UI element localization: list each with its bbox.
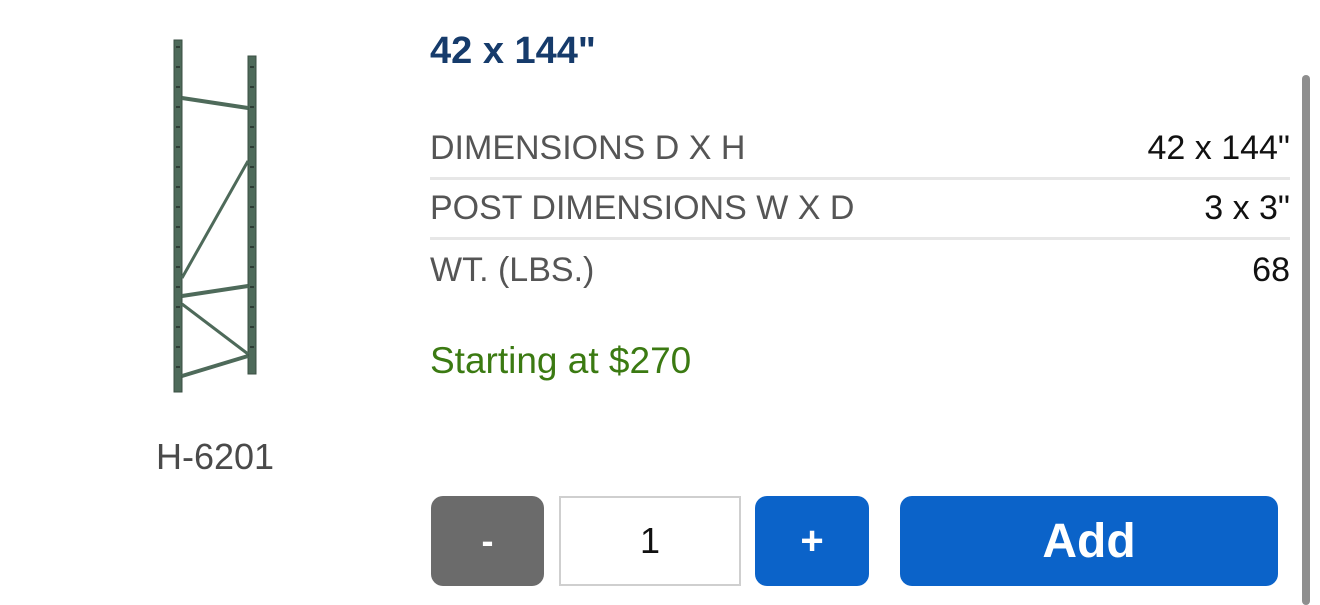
decrease-quantity-button[interactable]: - <box>431 496 544 586</box>
add-to-cart-button[interactable]: Add <box>900 496 1278 586</box>
spec-label: POST DIMENSIONS W X D <box>430 189 855 227</box>
spec-row-post-dimensions: POST DIMENSIONS W X D 3 x 3" <box>430 180 1290 240</box>
quantity-input[interactable] <box>559 496 741 586</box>
product-title: 42 x 144" <box>430 30 596 72</box>
spec-label: WT. (LBS.) <box>430 250 595 289</box>
spec-value: 42 x 144" <box>1147 129 1290 167</box>
spec-value: 68 <box>1252 250 1290 289</box>
spec-label: DIMENSIONS D X H <box>430 129 746 167</box>
upright-frame-image <box>173 39 257 393</box>
starting-price: Starting at $270 <box>430 340 692 381</box>
product-sku: H-6201 <box>155 436 275 477</box>
scrollbar-thumb[interactable] <box>1302 75 1310 605</box>
spec-row-weight: WT. (LBS.) 68 <box>430 240 1290 300</box>
spec-value: 3 x 3" <box>1204 189 1290 227</box>
product-card: H-6201 42 x 144" DIMENSIONS D X H 42 x 1… <box>0 0 1320 605</box>
spec-row-dimensions: DIMENSIONS D X H 42 x 144" <box>430 120 1290 180</box>
increase-quantity-button[interactable]: + <box>755 496 869 586</box>
specs-table: DIMENSIONS D X H 42 x 144" POST DIMENSIO… <box>430 120 1290 300</box>
